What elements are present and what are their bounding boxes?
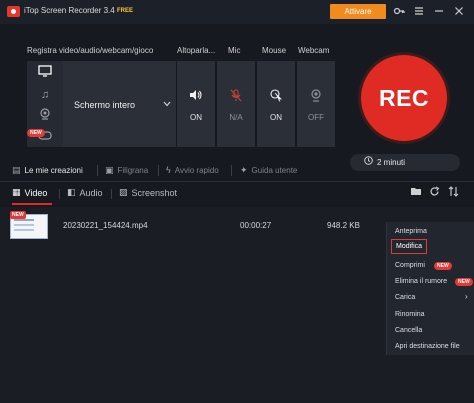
screen-mode-button[interactable] xyxy=(27,62,63,83)
tab-audio[interactable]: ◧ Audio xyxy=(67,187,103,198)
bulb-icon: ✦ xyxy=(240,165,248,175)
tab-screenshot[interactable]: ▨ Screenshot xyxy=(119,187,177,198)
new-badge: NEW xyxy=(434,262,452,270)
screen-area-label: Schermo intero xyxy=(74,100,136,110)
sort-icon[interactable] xyxy=(448,186,459,200)
webcam-mode-button[interactable] xyxy=(27,105,63,126)
clock-icon xyxy=(364,156,373,167)
screen-area-dropdown[interactable]: Schermo intero xyxy=(63,61,176,147)
active-tab-indicator xyxy=(12,203,52,205)
new-file-badge: NEW xyxy=(10,211,26,219)
music-note-icon: ♫ xyxy=(40,88,50,101)
watermark-link[interactable]: ▣ Filigrana xyxy=(105,165,148,176)
file-context-menu: Anteprima Modifica Comprimi NEW Elimina … xyxy=(386,222,474,355)
key-icon[interactable] xyxy=(392,5,406,19)
new-badge: NEW xyxy=(455,278,473,286)
timer-text: 2 minuti xyxy=(377,158,406,167)
mouse-toggle[interactable]: ON xyxy=(257,61,295,147)
speaker-toggle[interactable]: ON xyxy=(177,61,215,147)
lightning-icon: ϟ xyxy=(166,165,171,175)
minimize-icon[interactable] xyxy=(432,5,446,19)
menu-item-compress[interactable]: Comprimi xyxy=(395,262,425,269)
app-logo-icon xyxy=(7,6,20,17)
menu-item-edit[interactable]: Modifica xyxy=(391,239,428,254)
menu-item-open-folder[interactable]: Apri destinazione file xyxy=(395,343,460,350)
record-button[interactable]: REC xyxy=(361,55,447,141)
tab-audio-label: Audio xyxy=(79,187,103,198)
monitor-icon xyxy=(38,65,52,80)
app-title: iTop Screen Recorder 3.4 xyxy=(24,6,115,15)
user-guide-label: Guida utente xyxy=(251,166,298,175)
folder-icon[interactable] xyxy=(410,186,422,199)
webcam-toggle[interactable]: OFF xyxy=(297,61,335,147)
separator xyxy=(158,165,159,176)
mic-state: N/A xyxy=(229,113,243,122)
quick-start-label: Avvio rapido xyxy=(174,165,219,175)
quick-start-link[interactable]: ϟ Avvio rapido xyxy=(166,165,219,175)
my-creations-link[interactable]: ▤ Le mie creazioni xyxy=(12,165,83,176)
film-icon: ▦ xyxy=(12,187,21,197)
section-divider xyxy=(0,181,474,182)
tab-video[interactable]: ▦ Video xyxy=(12,187,47,198)
separator xyxy=(111,189,112,199)
separator xyxy=(97,165,98,176)
watermark-icon: ▣ xyxy=(105,165,114,175)
mic-label: Mic xyxy=(228,46,241,55)
mouse-cursor-icon xyxy=(257,89,295,105)
chevron-right-icon: › xyxy=(465,292,468,301)
file-size: 948.2 KB xyxy=(327,221,360,230)
menu-item-upload[interactable]: Carica xyxy=(395,294,415,301)
new-badge: NEW xyxy=(27,129,45,137)
user-guide-link[interactable]: ✦ Guida utente xyxy=(240,165,297,176)
file-duration: 00:00:27 xyxy=(240,221,272,230)
free-badge: FREE xyxy=(117,8,134,14)
menu-item-rename[interactable]: Rinomina xyxy=(395,311,425,318)
webcam-label: Webcam xyxy=(298,46,330,55)
audio-mode-button[interactable]: ♫ xyxy=(27,84,63,105)
title-bar: iTop Screen Recorder 3.4 FREE Attivare xyxy=(0,0,474,24)
mic-muted-icon xyxy=(217,89,255,105)
mouse-label: Mouse xyxy=(262,46,287,55)
record-mode-selector: ♫ NEW xyxy=(27,61,63,147)
my-creations-label: Le mie creazioni xyxy=(24,166,83,175)
activate-button[interactable]: Attivare xyxy=(330,4,386,19)
menu-item-delete[interactable]: Cancella xyxy=(395,327,422,334)
webcam-state: OFF xyxy=(308,113,324,122)
refresh-icon[interactable] xyxy=(429,186,440,200)
webcam-icon xyxy=(297,89,335,105)
mic-toggle[interactable]: N/A xyxy=(217,61,255,147)
film-list-icon: ▤ xyxy=(12,165,21,175)
speaker-label: Altoparla... xyxy=(177,46,216,55)
separator xyxy=(231,165,232,176)
tab-screenshot-label: Screenshot xyxy=(131,187,178,198)
separator xyxy=(59,189,60,199)
menu-icon[interactable] xyxy=(412,5,426,19)
file-name: 20230221_154424.mp4 xyxy=(63,221,148,230)
chevron-down-icon xyxy=(163,100,171,109)
record-label: REC xyxy=(378,84,430,111)
close-icon[interactable] xyxy=(452,5,466,19)
mouse-state: ON xyxy=(270,113,282,122)
image-icon: ▨ xyxy=(119,187,128,197)
record-mode-label: Registra video/audio/webcam/gioco xyxy=(27,46,154,55)
speaker-icon xyxy=(177,89,215,104)
watermark-label: Filigrana xyxy=(117,166,149,175)
menu-item-preview[interactable]: Anteprima xyxy=(395,228,427,235)
audio-icon: ◧ xyxy=(67,187,76,197)
webcam-icon xyxy=(39,108,51,123)
menu-item-denoise[interactable]: Elimina il rumore xyxy=(395,278,447,285)
timer-limit-pill[interactable]: 2 minuti xyxy=(350,154,460,171)
tab-video-label: Video xyxy=(24,187,48,198)
speaker-state: ON xyxy=(190,113,202,122)
